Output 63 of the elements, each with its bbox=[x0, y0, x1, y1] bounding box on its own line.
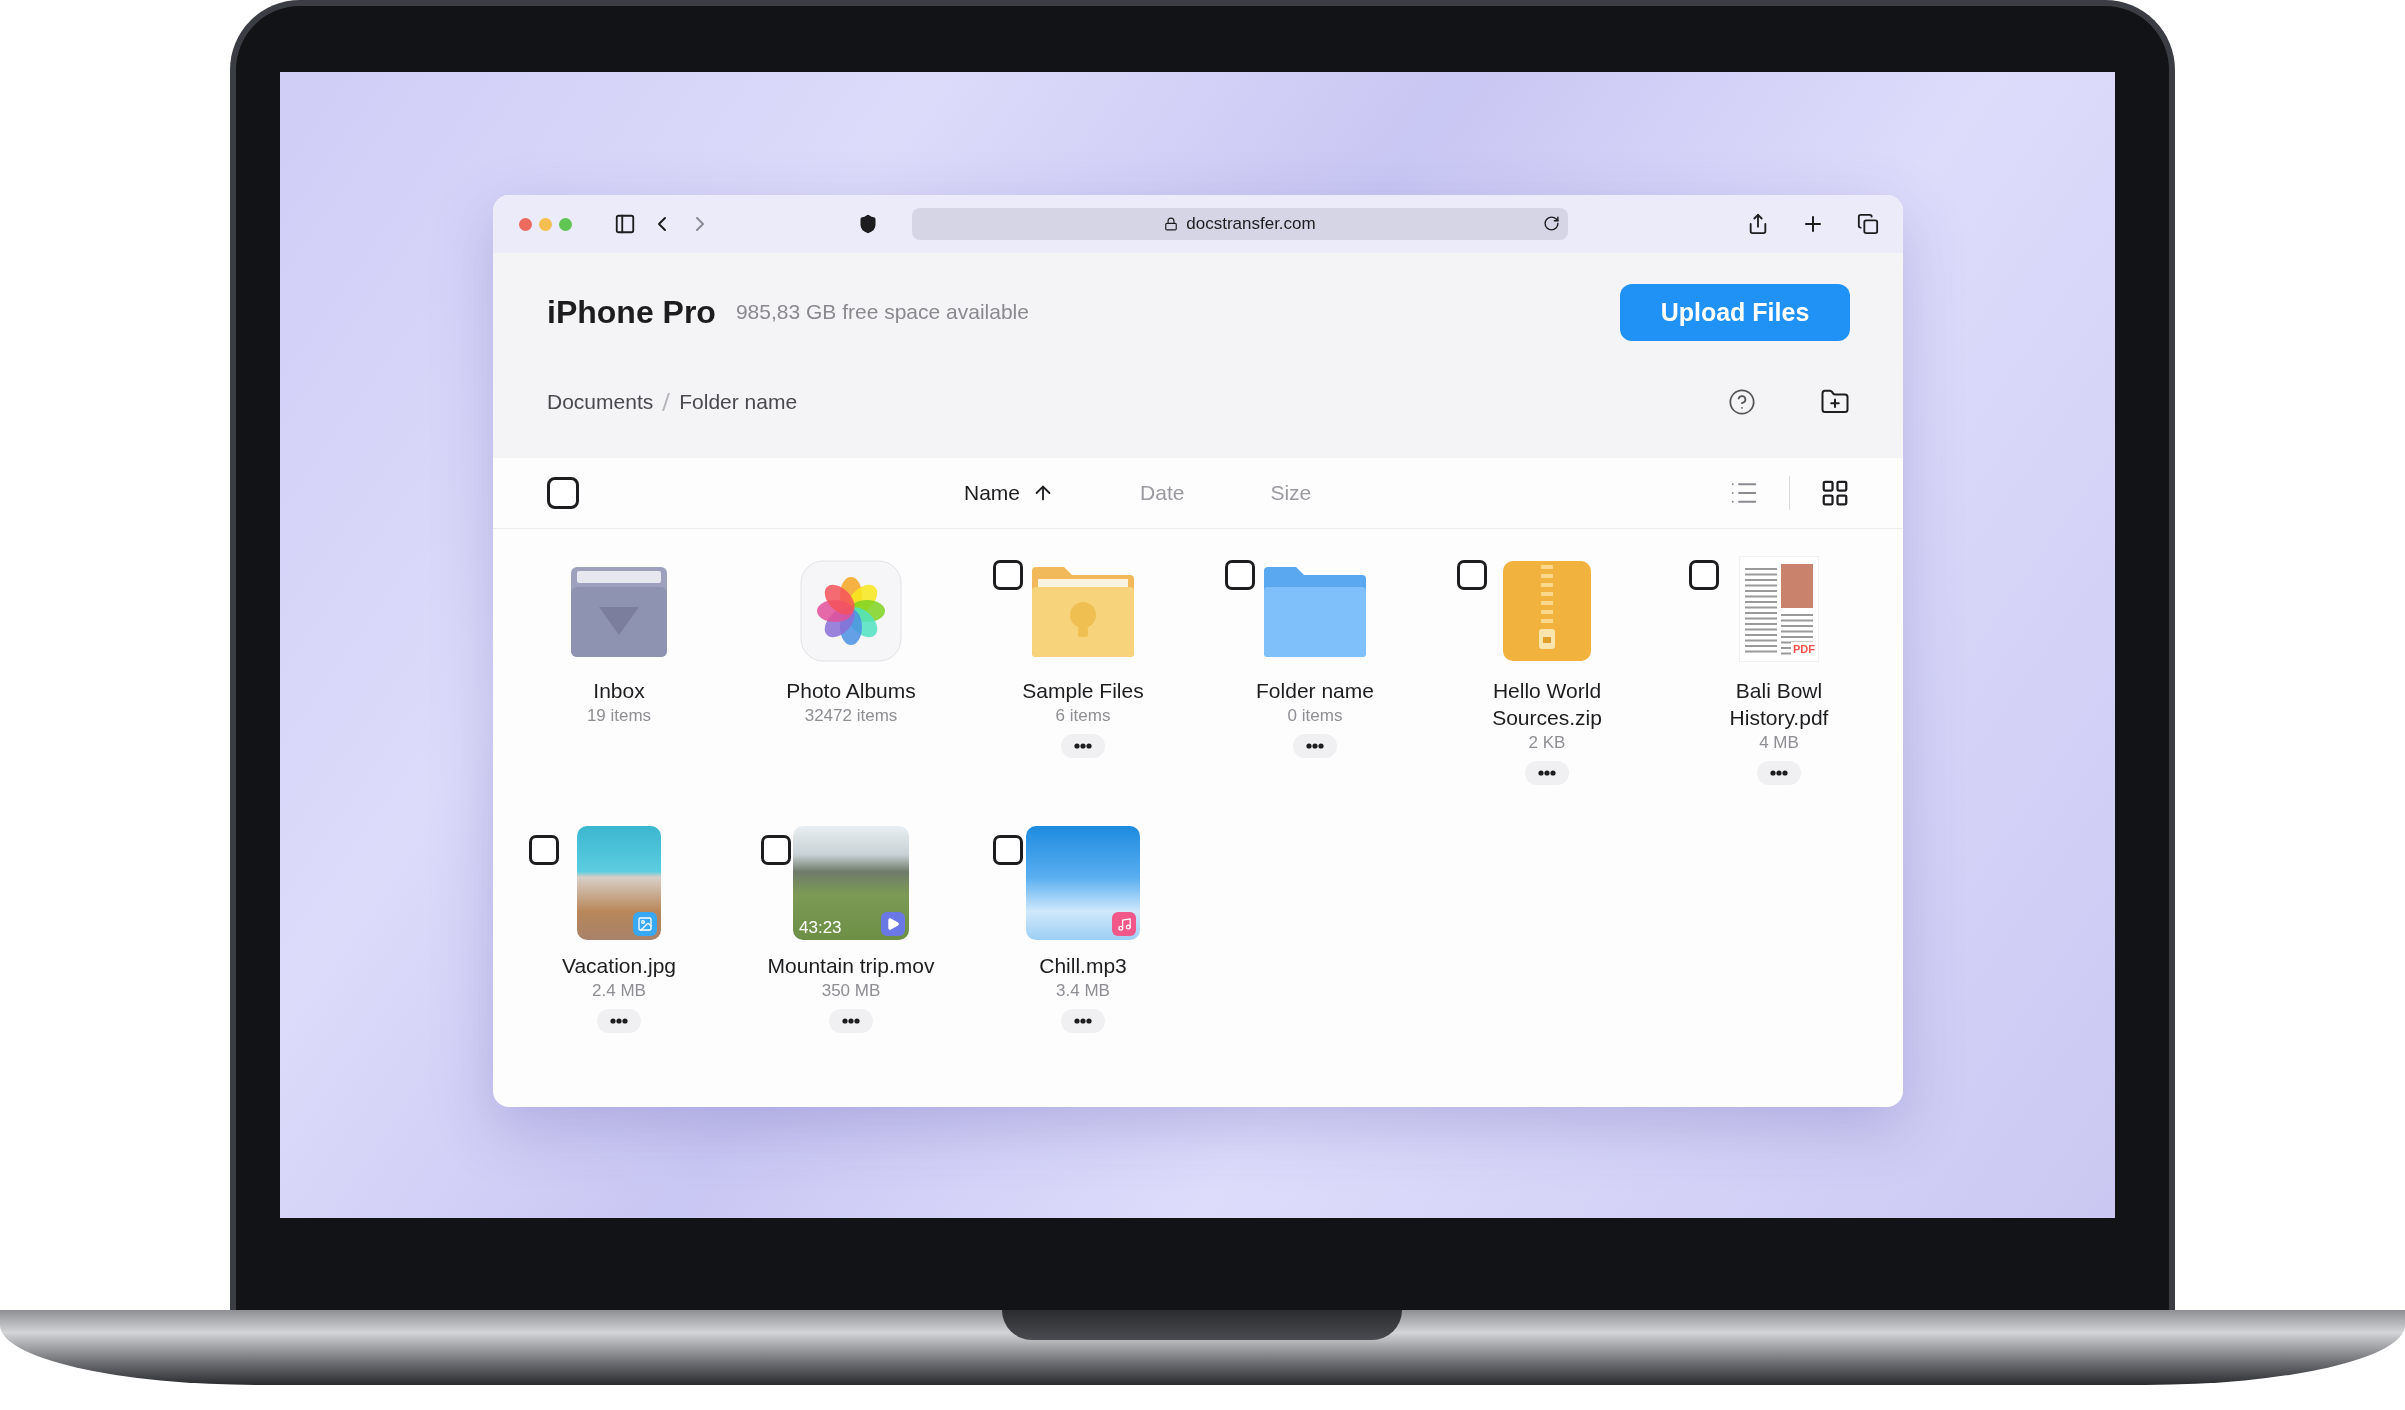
more-icon bbox=[610, 1018, 628, 1024]
music-note-icon bbox=[1112, 912, 1136, 936]
item-name: Mountain trip.mov bbox=[766, 953, 936, 979]
share-icon[interactable] bbox=[1747, 213, 1769, 235]
play-icon bbox=[881, 912, 905, 936]
item-checkbox[interactable] bbox=[1689, 560, 1719, 590]
url-text: docstransfer.com bbox=[1186, 214, 1316, 234]
reload-icon[interactable] bbox=[1543, 215, 1560, 232]
item-name: Vacation.jpg bbox=[561, 953, 677, 979]
window-control[interactable] bbox=[519, 217, 532, 231]
item-checkbox[interactable] bbox=[761, 835, 791, 865]
item-detail: 2.4 MB bbox=[592, 981, 646, 1001]
grid-view-icon[interactable] bbox=[1820, 478, 1850, 508]
more-icon bbox=[1074, 1018, 1092, 1024]
more-icon bbox=[1074, 743, 1092, 749]
shield-icon[interactable] bbox=[858, 214, 878, 234]
item-name: Folder name bbox=[1255, 678, 1375, 704]
video-duration: 43:23 bbox=[799, 918, 842, 938]
item-checkbox[interactable] bbox=[993, 835, 1023, 865]
more-button[interactable] bbox=[1061, 734, 1105, 758]
help-icon[interactable] bbox=[1728, 388, 1756, 416]
item-detail: 32472 items bbox=[804, 706, 898, 726]
item-checkbox[interactable] bbox=[1225, 560, 1255, 590]
image-icon bbox=[633, 912, 657, 936]
more-icon bbox=[1306, 743, 1324, 749]
item-detail: 19 items bbox=[586, 706, 652, 726]
zip-archive-icon bbox=[1501, 559, 1593, 663]
device-title: iPhone Pro bbox=[547, 293, 716, 331]
more-button[interactable] bbox=[597, 1009, 641, 1033]
sidebar-icon[interactable] bbox=[614, 213, 636, 235]
free-space-text: 985,83 GB free space available bbox=[735, 300, 1029, 324]
item-name: Photo Albums bbox=[785, 678, 917, 704]
address-bar[interactable]: docstransfer.com bbox=[912, 208, 1568, 240]
lock-icon bbox=[1164, 217, 1179, 231]
select-all-checkbox[interactable] bbox=[547, 477, 579, 509]
tabs-overview-icon[interactable] bbox=[1857, 213, 1879, 235]
item-detail: 4 MB bbox=[1759, 733, 1799, 753]
item-detail: 3.4 MB bbox=[1056, 981, 1110, 1001]
item-checkbox[interactable] bbox=[993, 560, 1023, 590]
breadcrumb-link[interactable]: Folder name bbox=[679, 390, 798, 414]
sort-option[interactable]: Name bbox=[964, 481, 1055, 505]
pdf-label: PDF bbox=[1791, 642, 1817, 656]
item-name: Bali Bowl History.pdf bbox=[1728, 678, 1830, 731]
more-icon bbox=[1538, 770, 1556, 776]
more-button[interactable] bbox=[1757, 761, 1801, 785]
item-detail: 2 KB bbox=[1528, 733, 1566, 753]
more-button[interactable] bbox=[1525, 761, 1569, 785]
breadcrumb-link[interactable]: Documents bbox=[547, 390, 654, 414]
item-detail: 6 items bbox=[1055, 706, 1111, 726]
item-name: Hello World Sources.zip bbox=[1491, 678, 1603, 731]
item-checkbox[interactable] bbox=[1457, 560, 1487, 590]
item-name: Inbox bbox=[592, 678, 646, 704]
more-icon bbox=[1770, 770, 1788, 776]
item-detail: 0 items bbox=[1287, 706, 1343, 726]
flower-app-icon bbox=[799, 559, 903, 663]
more-button[interactable] bbox=[1061, 1009, 1105, 1033]
item-name: Sample Files bbox=[1021, 678, 1145, 704]
more-icon bbox=[842, 1018, 860, 1024]
more-button[interactable] bbox=[1293, 734, 1337, 758]
more-button[interactable] bbox=[829, 1009, 873, 1033]
item-name: Chill.mp3 bbox=[1038, 953, 1128, 979]
item-detail: 350 MB bbox=[821, 981, 881, 1001]
item-checkbox[interactable] bbox=[529, 835, 559, 865]
